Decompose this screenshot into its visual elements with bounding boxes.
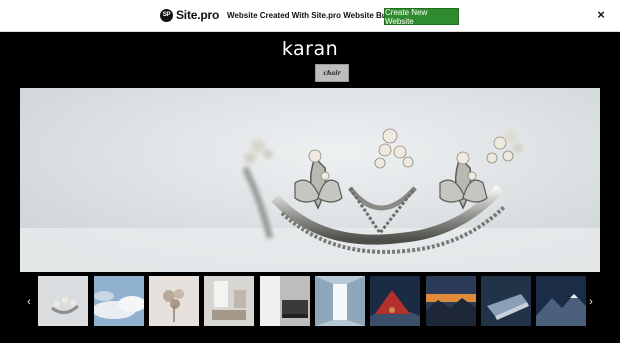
close-icon[interactable]: × xyxy=(596,8,606,22)
main-gallery-image[interactable] xyxy=(20,88,600,272)
site-title: karan xyxy=(281,38,339,60)
thumb-corridor[interactable] xyxy=(315,276,365,326)
thumb-clouds[interactable] xyxy=(94,276,144,326)
thumb-living-room[interactable] xyxy=(260,276,310,326)
thumbnail-strip xyxy=(38,276,586,326)
sitepro-logo-text: Site.pro xyxy=(176,8,220,22)
nav-button-chair[interactable]: chair xyxy=(315,64,349,82)
thumb-flowers[interactable] xyxy=(149,276,199,326)
gallery-next-arrow[interactable]: › xyxy=(586,297,596,308)
thumb-crown[interactable] xyxy=(38,276,88,326)
thumb-sunset-mountains[interactable] xyxy=(426,276,476,326)
sitepro-banner: SP Site.pro Website Created With Site.pr… xyxy=(0,0,620,32)
sitepro-logo[interactable]: SP Site.pro xyxy=(160,8,219,22)
crown-illustration xyxy=(20,88,600,272)
thumb-room[interactable] xyxy=(204,276,254,326)
sitepro-logo-icon: SP xyxy=(160,8,173,22)
thumb-laptop[interactable] xyxy=(481,276,531,326)
gallery-prev-arrow[interactable]: ‹ xyxy=(24,297,34,308)
thumb-mountain-peak[interactable] xyxy=(536,276,586,326)
thumb-tent[interactable] xyxy=(370,276,420,326)
banner-tagline: Website Created With Site.pro Website Bu… xyxy=(227,11,404,20)
create-new-website-button[interactable]: Create New Website xyxy=(384,8,459,26)
